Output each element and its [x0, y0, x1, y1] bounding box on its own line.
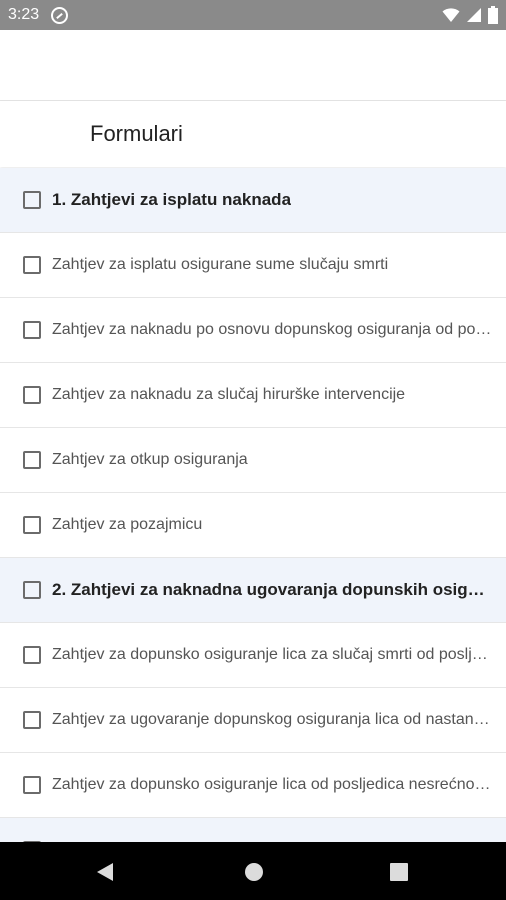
section-checkbox[interactable]	[23, 191, 41, 209]
home-icon[interactable]	[244, 862, 264, 882]
list-section-header[interactable]: 1. Zahtjevi za isplatu naknada	[0, 168, 506, 233]
notification-badge-icon	[51, 6, 69, 24]
navigation-bar	[0, 842, 506, 900]
item-label: Zahtjev za naknadu po osnovu dopunskog o…	[52, 321, 492, 338]
item-checkbox[interactable]	[23, 451, 41, 469]
back-icon[interactable]	[96, 862, 114, 882]
list-item[interactable]: Zahtjev za pozajmicu	[0, 493, 506, 558]
app-toolbar	[0, 30, 506, 101]
item-label: Zahtjev za isplatu osigurane sume slučaj…	[52, 256, 389, 273]
list-item[interactable]: Zahtjev za dopunsko osiguranje lica za s…	[0, 623, 506, 688]
item-label: Zahtjev za pozajmicu	[52, 516, 203, 533]
list-item[interactable]: Zahtjev za naknadu po osnovu dopunskog o…	[0, 298, 506, 363]
title-bar: Formulari	[0, 101, 506, 167]
list-item[interactable]: Zahtjev za naknadu za slučaj hirurške in…	[0, 363, 506, 428]
status-bar: 3:23	[0, 0, 506, 30]
list-item[interactable]: Zahtjev za otkup osiguranja	[0, 428, 506, 493]
forms-list: 1. Zahtjevi za isplatu naknada Zahtjev z…	[0, 168, 506, 842]
item-label: Zahtjev za ugovaranje dopunskog osiguran…	[52, 711, 492, 728]
item-label: Zahtjev za naknadu za slučaj hirurške in…	[52, 386, 406, 403]
item-checkbox[interactable]	[23, 321, 41, 339]
item-label: Zahtjev za otkup osiguranja	[52, 451, 248, 468]
section-label: 2. Zahtjevi za naknadna ugovaranja dopun…	[52, 580, 492, 599]
list-item[interactable]: Zahtjev za isplatu osigurane sume slučaj…	[0, 233, 506, 298]
item-checkbox[interactable]	[23, 776, 41, 794]
list-item[interactable]: Zahtjev za dopunsko osiguranje lica od p…	[0, 753, 506, 818]
status-time: 3:23	[8, 6, 40, 23]
item-checkbox[interactable]	[23, 516, 41, 534]
battery-icon	[488, 6, 498, 24]
page-title: Formulari	[90, 121, 183, 146]
item-checkbox[interactable]	[23, 386, 41, 404]
item-checkbox[interactable]	[23, 711, 41, 729]
list-item[interactable]: Zahtjev za ugovaranje dopunskog osiguran…	[0, 688, 506, 753]
list-section-header[interactable]: 2. Zahtjevi za naknadna ugovaranja dopun…	[0, 558, 506, 623]
recents-icon[interactable]	[389, 862, 409, 882]
item-label: Zahtjev za dopunsko osiguranje lica od p…	[52, 776, 492, 793]
status-icons	[442, 6, 498, 24]
cellular-icon	[467, 8, 481, 22]
section-label: 1. Zahtjevi za isplatu naknada	[52, 190, 292, 209]
section-checkbox[interactable]	[23, 581, 41, 599]
list-section-header[interactable]	[0, 818, 506, 842]
wifi-icon	[442, 8, 460, 22]
item-checkbox[interactable]	[23, 646, 41, 664]
item-label: Zahtjev za dopunsko osiguranje lica za s…	[52, 646, 492, 663]
item-checkbox[interactable]	[23, 256, 41, 274]
